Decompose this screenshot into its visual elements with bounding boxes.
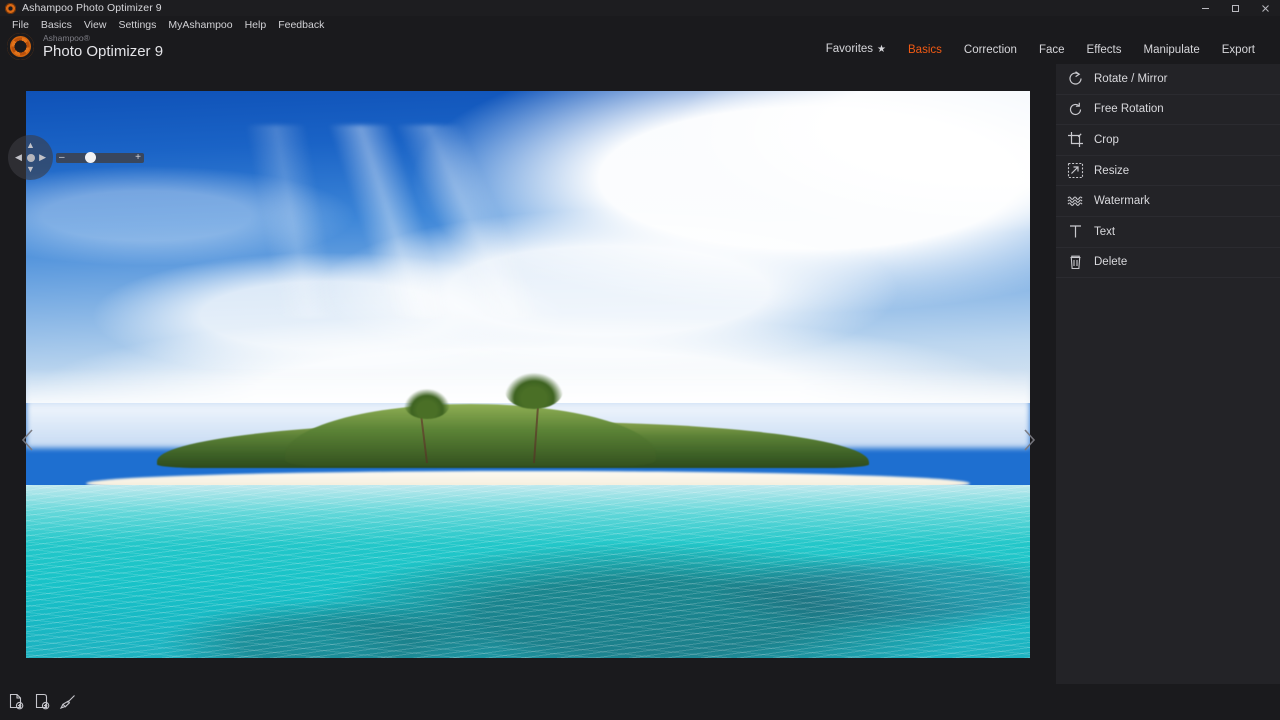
sidebar-label: Watermark: [1094, 195, 1150, 208]
nav-item-favorites[interactable]: Favorites ★: [815, 41, 897, 58]
menu-item-basics[interactable]: Basics: [35, 16, 78, 34]
resize-icon: [1066, 162, 1084, 180]
add-folder-icon[interactable]: [32, 692, 52, 712]
photo-cirrus-clouds: [106, 125, 689, 318]
app-window: Ashampoo Photo Optimizer 9 File Basics V…: [0, 0, 1280, 720]
photo-island: [156, 373, 870, 477]
restore-icon[interactable]: [1220, 0, 1250, 16]
menu-bar: File Basics View Settings MyAshampoo Hel…: [0, 16, 1280, 34]
window-controls: [1190, 0, 1280, 16]
crop-icon: [1066, 131, 1084, 149]
tools-sidebar: Rotate / Mirror Free Rotation Crop Resiz…: [1056, 64, 1280, 684]
zoom-out-label[interactable]: –: [59, 153, 65, 163]
image-canvas-area: ▲▼◀▶ – + ▾: [0, 64, 1056, 720]
text-icon: [1066, 223, 1084, 241]
window-title: Ashampoo Photo Optimizer 9: [22, 2, 162, 14]
sidebar-label: Delete: [1094, 256, 1128, 269]
add-file-icon[interactable]: [6, 692, 26, 712]
delete-trash-icon: [1066, 253, 1084, 271]
rotate-mirror-icon: [1066, 70, 1084, 88]
main-nav: Favorites ★ Basics Correction Face Effect…: [815, 41, 1266, 58]
watermark-icon: [1066, 192, 1084, 210]
sidebar-label: Crop: [1094, 133, 1119, 146]
brand-superscript: Ashampoo®: [43, 33, 90, 43]
zoom-slider[interactable]: – +: [56, 150, 144, 165]
sidebar-item-free-rotation[interactable]: Free Rotation: [1056, 95, 1280, 126]
aperture-iris-icon: [7, 33, 34, 60]
sidebar-label: Resize: [1094, 164, 1130, 177]
free-rotation-icon: [1066, 100, 1084, 118]
sidebar-label: Free Rotation: [1094, 103, 1164, 116]
nav-item-face[interactable]: Face: [1028, 42, 1076, 58]
sidebar-item-watermark[interactable]: Watermark: [1056, 186, 1280, 217]
nav-item-manipulate[interactable]: Manipulate: [1132, 42, 1210, 58]
sidebar-item-text[interactable]: Text: [1056, 217, 1280, 248]
broom-icon[interactable]: [58, 692, 78, 712]
sidebar-item-delete[interactable]: Delete: [1056, 248, 1280, 279]
menu-item-help[interactable]: Help: [239, 16, 273, 34]
close-icon[interactable]: [1250, 0, 1280, 16]
menu-item-settings[interactable]: Settings: [112, 16, 162, 34]
brand: Ashampoo® Photo Optimizer 9: [7, 33, 163, 60]
star-icon: ★: [877, 44, 887, 55]
photo-sea-ripples-secondary: [26, 485, 1030, 658]
title-bar: Ashampoo Photo Optimizer 9: [0, 0, 1280, 16]
nav-item-correction[interactable]: Correction: [953, 42, 1028, 58]
photo-preview[interactable]: [26, 91, 1030, 658]
zoom-in-label[interactable]: +: [135, 153, 141, 163]
nav-item-basics[interactable]: Basics: [897, 42, 953, 58]
sidebar-item-resize[interactable]: Resize: [1056, 156, 1280, 187]
sidebar-item-crop[interactable]: Crop: [1056, 125, 1280, 156]
pan-navigation-icon[interactable]: ▲ ▼ ◀ ▶: [8, 135, 53, 180]
sidebar-label: Text: [1094, 225, 1116, 238]
minimize-icon[interactable]: [1190, 0, 1220, 16]
brand-name: Photo Optimizer 9: [43, 43, 164, 60]
nav-item-export[interactable]: Export: [1211, 42, 1266, 58]
menu-item-myashampoo[interactable]: MyAshampoo: [162, 16, 238, 34]
chevron-right-icon[interactable]: [1015, 426, 1043, 454]
ashampoo-iris-icon: [5, 2, 16, 14]
nav-item-effects[interactable]: Effects: [1076, 42, 1133, 58]
nav-favorites-label: Favorites: [825, 43, 874, 55]
menu-item-file[interactable]: File: [6, 16, 35, 34]
sidebar-item-rotate-mirror[interactable]: Rotate / Mirror: [1056, 64, 1280, 95]
bottom-left-tools: [6, 692, 78, 712]
sidebar-label: Rotate / Mirror: [1094, 72, 1168, 85]
menu-item-view[interactable]: View: [78, 16, 113, 34]
menu-item-feedback[interactable]: Feedback: [272, 16, 330, 34]
app-header: Ashampoo® Photo Optimizer 9 Favorites ★ B…: [0, 33, 1280, 64]
zoom-slider-handle[interactable]: [85, 152, 96, 163]
chevron-left-icon[interactable]: [14, 426, 42, 454]
bottom-toolbar: Auto optimize Save: [0, 684, 1280, 720]
